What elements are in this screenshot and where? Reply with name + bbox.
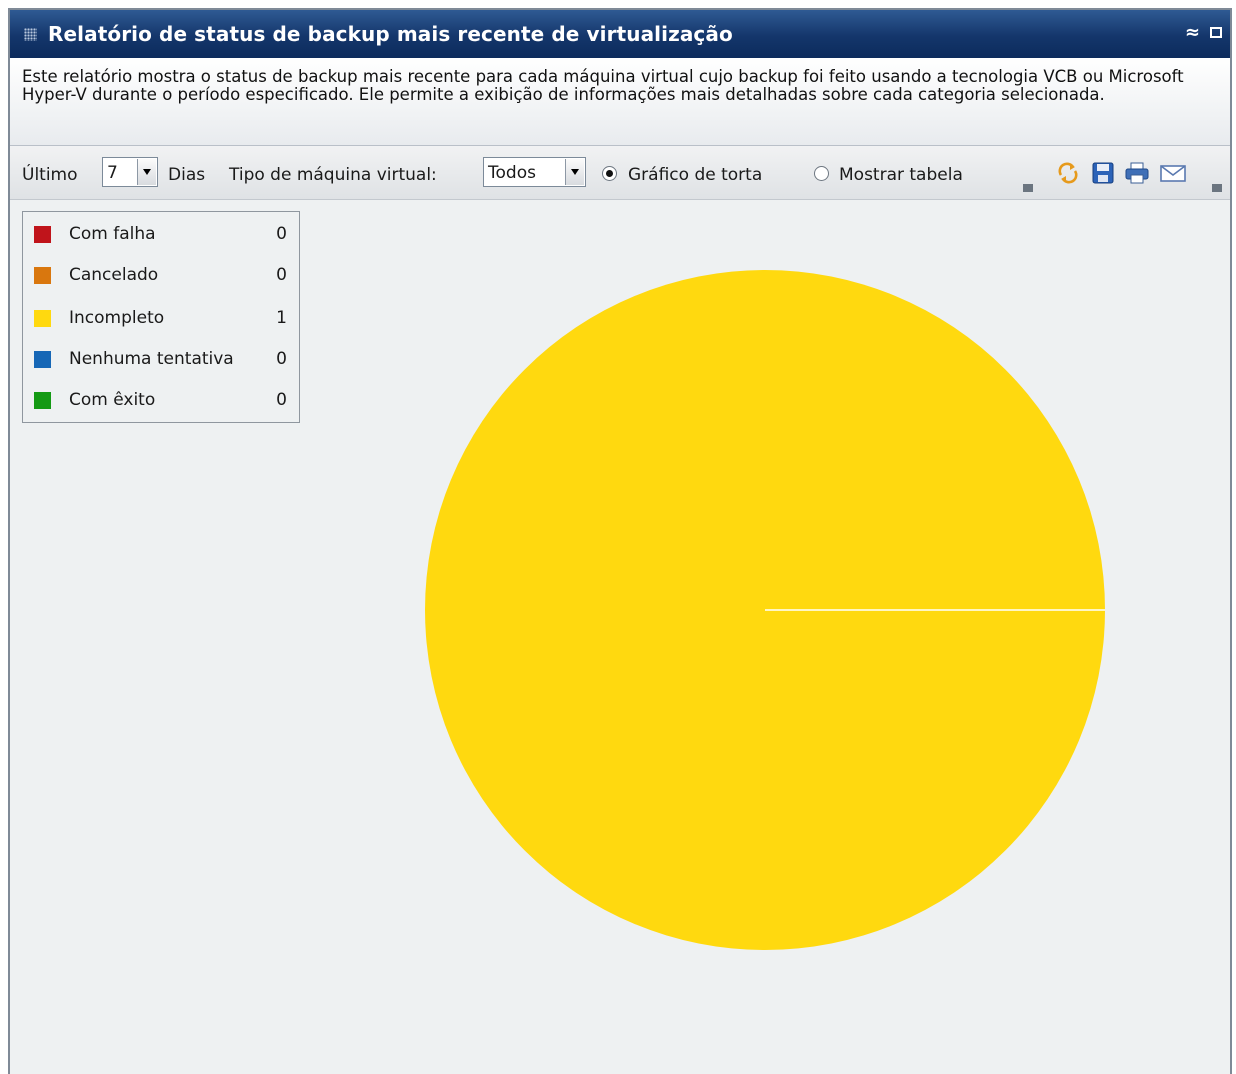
chevron-down-icon[interactable] [137, 159, 156, 185]
save-icon[interactable] [1091, 161, 1115, 185]
vm-type-select[interactable]: Todos [483, 157, 586, 187]
panel-title: Relatório de status de backup mais recen… [48, 22, 733, 46]
vm-type-label: Tipo de máquina virtual: [229, 165, 437, 185]
email-icon[interactable] [1159, 161, 1187, 185]
print-icon[interactable] [1124, 161, 1149, 185]
double-chevron-up-icon[interactable]: ≈ [1185, 22, 1200, 43]
last-label: Último [22, 165, 78, 185]
pie-chart-radio[interactable] [602, 166, 617, 181]
panel-titlebar: Relatório de status de backup mais recen… [10, 10, 1230, 58]
vm-type-select-value: Todos [488, 163, 536, 183]
report-panel: Relatório de status de backup mais recen… [8, 8, 1232, 1074]
days-select[interactable]: 7 [102, 157, 158, 187]
chevron-down-icon[interactable] [565, 159, 584, 185]
days-select-value: 7 [107, 163, 118, 183]
days-label: Dias [168, 165, 206, 185]
maximize-icon[interactable] [1210, 27, 1222, 38]
drag-grip-icon[interactable] [24, 28, 37, 41]
report-toolbar: Último 7 Dias Tipo de máquina virtual: T… [10, 146, 1230, 200]
show-table-label[interactable]: Mostrar tabela [839, 165, 963, 185]
toolbar-actions-toggle[interactable] [1206, 152, 1228, 196]
show-table-radio[interactable] [814, 166, 829, 181]
toolbar-options-toggle[interactable] [1017, 152, 1039, 196]
refresh-icon[interactable] [1056, 161, 1080, 185]
pie-chart-label[interactable]: Gráfico de torta [628, 165, 762, 185]
report-description: Este relatório mostra o status de backup… [10, 58, 1230, 146]
pie-chart [425, 270, 1105, 950]
